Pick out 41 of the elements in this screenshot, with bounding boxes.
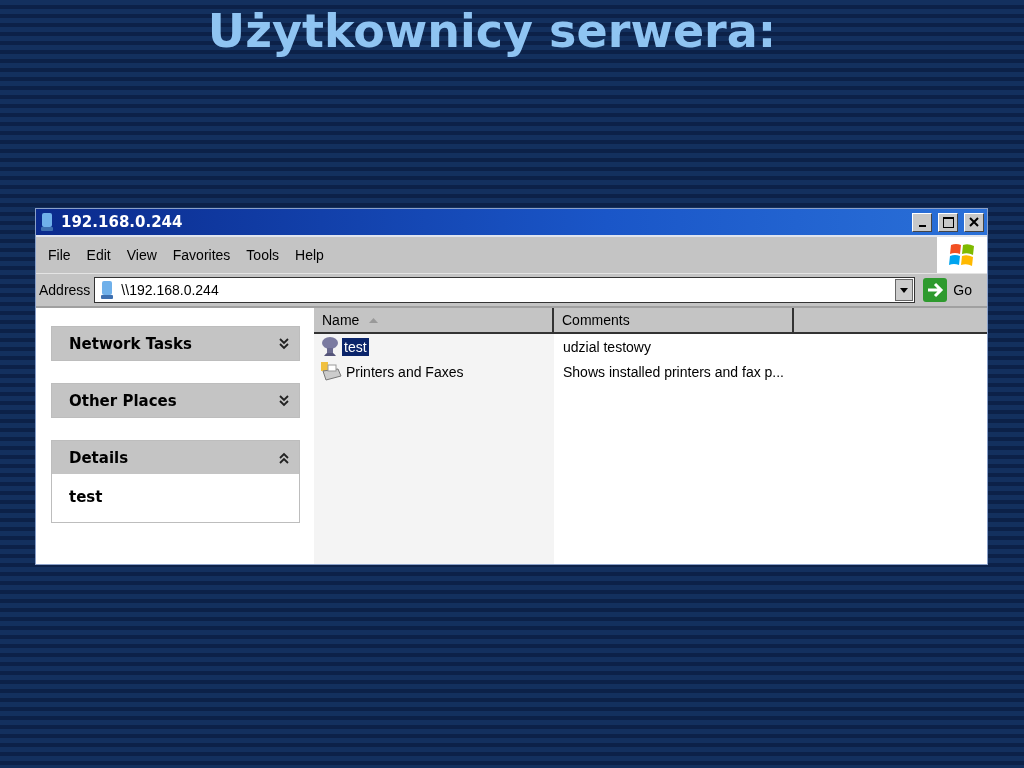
menu-item[interactable]: File	[42, 247, 77, 263]
printer-icon	[320, 360, 342, 383]
sort-icon	[369, 317, 379, 323]
go-button[interactable]: Go	[919, 278, 984, 302]
panel-title: Network Tasks	[69, 334, 192, 353]
panel-title: Other Places	[69, 391, 177, 410]
menu-item[interactable]: Tools	[240, 247, 286, 263]
close-button[interactable]	[964, 212, 984, 232]
minimize-button[interactable]	[912, 212, 932, 232]
menu-item[interactable]: Favorites	[166, 247, 237, 263]
panel-title: Details	[69, 448, 129, 467]
window-title: 192.168.0.244	[61, 213, 184, 231]
menu-item[interactable]: Edit	[80, 247, 117, 263]
dropdown-button[interactable]	[895, 279, 914, 301]
slide-title: Użytkownicy serwera:	[206, 3, 778, 60]
column-heading[interactable]: Comments	[554, 308, 794, 332]
address-field[interactable]: \\192.168.0.244	[94, 277, 916, 303]
menu-item[interactable]: View	[120, 247, 163, 263]
close-icon	[969, 217, 979, 227]
caret-icon	[900, 287, 909, 293]
file-name[interactable]: test	[342, 337, 369, 356]
shared-folder-icon	[320, 335, 340, 358]
comment-text: Shows installed printers and fax p...	[562, 363, 784, 380]
expand-icon[interactable]	[279, 337, 289, 350]
maximize-button[interactable]	[938, 212, 958, 232]
panel-header[interactable]: Network Tasks	[52, 327, 299, 360]
computer-icon	[39, 212, 55, 232]
comment-text: udzial testowy	[562, 338, 651, 355]
minimize-icon	[918, 224, 926, 227]
details-text: test	[69, 488, 103, 506]
windows-flag-icon	[949, 242, 975, 268]
panel-header[interactable]: Other Places	[52, 384, 299, 417]
menu-item[interactable]: Help	[289, 247, 330, 263]
file-name[interactable]: Printers and Faxes	[344, 362, 466, 381]
panel-header[interactable]: Details	[52, 441, 299, 474]
address-label: Address	[39, 282, 91, 298]
collapse-icon[interactable]	[279, 451, 289, 464]
computer-icon	[99, 280, 116, 300]
column-heading[interactable]: Name	[314, 308, 554, 332]
maximize-icon	[942, 216, 954, 228]
expand-icon[interactable]	[279, 394, 289, 407]
